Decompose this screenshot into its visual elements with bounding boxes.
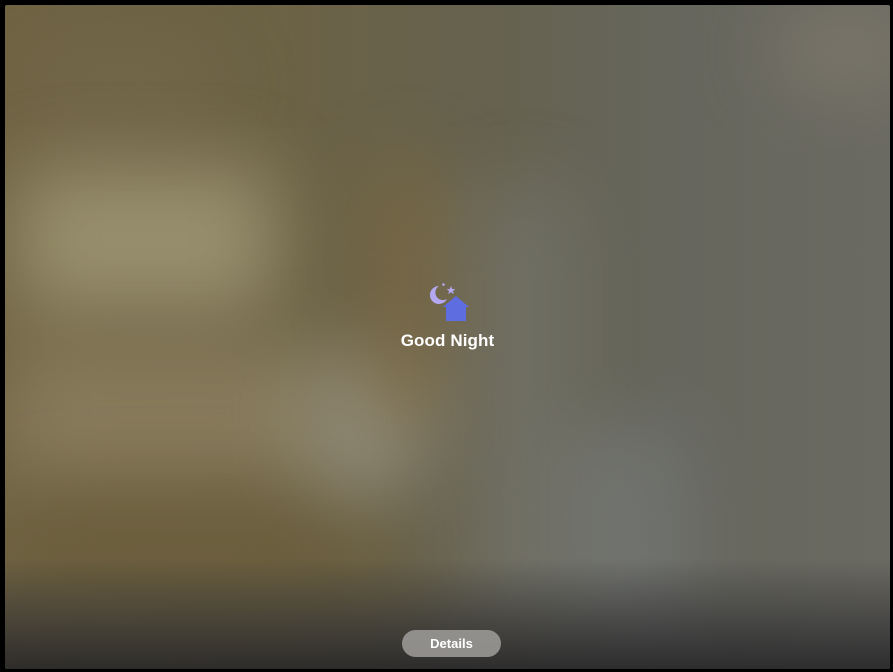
scene-header: Good Night [5,281,890,351]
moon-stars-home-icon [429,283,469,321]
details-button[interactable]: Details [402,630,501,657]
scene-screen: Good Night Details [5,5,890,669]
scene-title: Good Night [400,331,495,350]
